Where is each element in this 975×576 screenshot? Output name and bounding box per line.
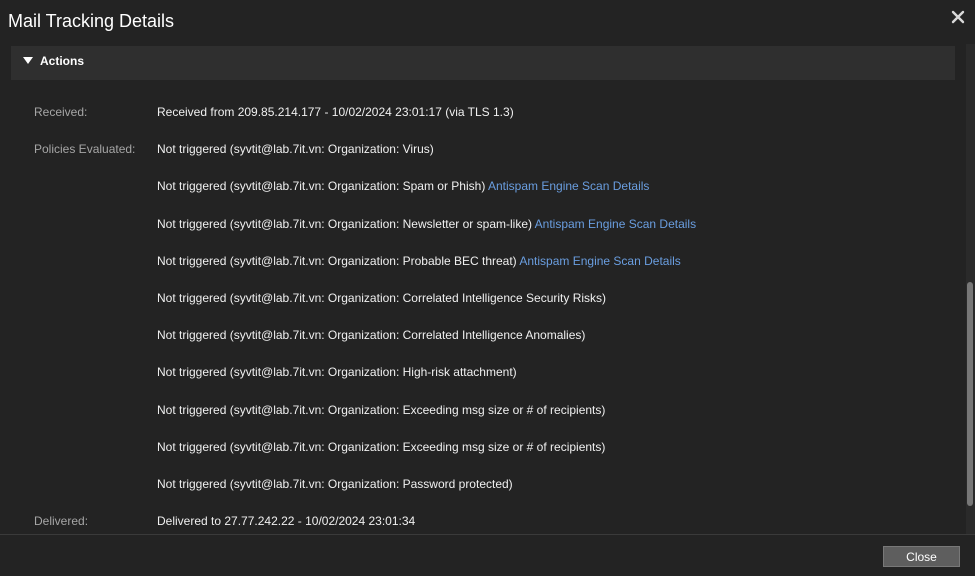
actions-section-toggle[interactable]: Actions xyxy=(11,46,955,80)
detail-row: Not triggered (syvtit@lab.7it.vn: Organi… xyxy=(0,280,960,317)
detail-row: Not triggered (syvtit@lab.7it.vn: Organi… xyxy=(0,429,960,466)
detail-row: Policies Evaluated: Not triggered (syvtit… xyxy=(0,131,960,168)
detail-text: Not triggered (syvtit@lab.7it.vn: Organi… xyxy=(157,439,606,454)
dialog-footer: Close xyxy=(0,534,975,576)
scrollbar-thumb[interactable] xyxy=(967,282,973,506)
detail-value: Not triggered (syvtit@lab.7it.vn: Organi… xyxy=(157,354,517,391)
detail-text: Not triggered (syvtit@lab.7it.vn: Organi… xyxy=(157,253,520,268)
dialog-title: Mail Tracking Details xyxy=(8,11,175,31)
detail-text: Not triggered (syvtit@lab.7it.vn: Organi… xyxy=(157,216,535,231)
detail-row: Not triggered (syvtit@lab.7it.vn: Organi… xyxy=(0,354,960,391)
detail-text: Delivered to 27.77.242.22 - 10/02/2024 2… xyxy=(157,514,416,529)
detail-value: Not triggered (syvtit@lab.7it.vn: Organi… xyxy=(157,392,605,429)
scrollbar[interactable] xyxy=(966,44,975,534)
detail-text: Not triggered (syvtit@lab.7it.vn: Organi… xyxy=(157,290,607,305)
detail-value: Not triggered (syvtit@lab.7it.vn: Organi… xyxy=(157,429,605,466)
detail-value: Not triggered (syvtit@lab.7it.vn: Organi… xyxy=(157,317,585,354)
caret-down-icon xyxy=(23,57,33,64)
detail-value: Not triggered (syvtit@lab.7it.vn: Organi… xyxy=(157,280,606,317)
detail-row: Not triggered (syvtit@lab.7it.vn: Organi… xyxy=(0,243,960,280)
detail-row: Not triggered (syvtit@lab.7it.vn: Organi… xyxy=(0,466,960,503)
dialog-titlebar: Mail Tracking Details xyxy=(0,0,975,44)
detail-text: Not triggered (syvtit@lab.7it.vn: Organi… xyxy=(157,476,513,491)
detail-row: Not triggered (syvtit@lab.7it.vn: Organi… xyxy=(0,168,960,205)
details-list: Received: Received from 209.85.214.177 - … xyxy=(0,94,960,540)
detail-row: Received: Received from 209.85.214.177 - … xyxy=(0,94,960,131)
detail-value: Not triggered (syvtit@lab.7it.vn: Organi… xyxy=(157,466,513,503)
detail-label: Received: xyxy=(34,105,88,119)
mail-tracking-dialog: Mail Tracking Details Actions Received: R… xyxy=(0,0,975,576)
detail-label: Policies Evaluated: xyxy=(34,142,136,157)
detail-row: Not triggered (syvtit@lab.7it.vn: Organi… xyxy=(0,317,960,354)
antispam-scan-details-link[interactable]: Antispam Engine Scan Details xyxy=(519,254,680,268)
close-icon[interactable] xyxy=(951,10,965,24)
detail-row: Not triggered (syvtit@lab.7it.vn: Organi… xyxy=(0,392,960,429)
detail-value: Not triggered (syvtit@lab.7it.vn: Organi… xyxy=(157,131,434,168)
detail-value: Received from 209.85.214.177 - 10/02/202… xyxy=(157,94,514,131)
detail-text: Not triggered (syvtit@lab.7it.vn: Organi… xyxy=(157,179,488,194)
antispam-scan-details-link[interactable]: Antispam Engine Scan Details xyxy=(488,179,649,193)
detail-text: Received from 209.85.214.177 - 10/02/202… xyxy=(157,105,514,119)
detail-value: Not triggered (syvtit@lab.7it.vn: Organi… xyxy=(157,243,681,280)
actions-section-title: Actions xyxy=(40,54,85,68)
detail-text: Not triggered (syvtit@lab.7it.vn: Organi… xyxy=(157,142,434,157)
close-button[interactable]: Close xyxy=(883,546,960,567)
detail-value: Not triggered (syvtit@lab.7it.vn: Organi… xyxy=(157,206,696,243)
detail-text: Not triggered (syvtit@lab.7it.vn: Organi… xyxy=(157,365,517,380)
antispam-scan-details-link[interactable]: Antispam Engine Scan Details xyxy=(535,217,696,231)
detail-value: Not triggered (syvtit@lab.7it.vn: Organi… xyxy=(157,168,649,205)
detail-row: Not triggered (syvtit@lab.7it.vn: Organi… xyxy=(0,206,960,243)
detail-text: Not triggered (syvtit@lab.7it.vn: Organi… xyxy=(157,402,606,417)
detail-text: Not triggered (syvtit@lab.7it.vn: Organi… xyxy=(157,328,586,343)
